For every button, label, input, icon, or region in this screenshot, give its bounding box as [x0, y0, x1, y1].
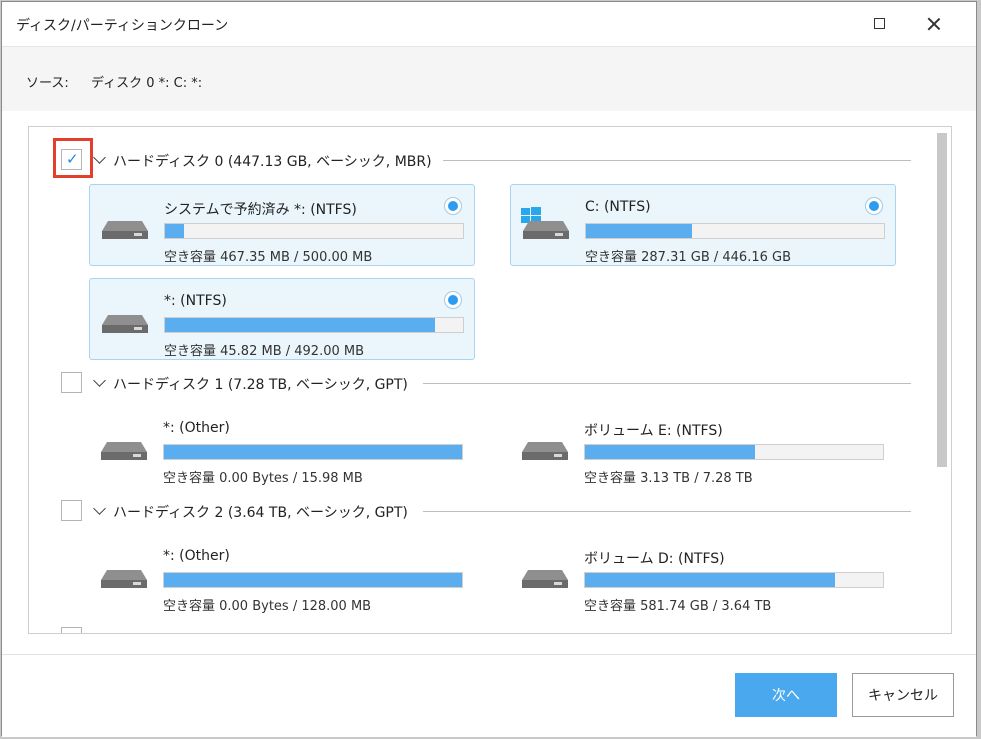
disk-1-label: ハードディスク 1 (7.28 TB, ベーシック, GPT) [113, 377, 408, 393]
partition-radio[interactable] [444, 291, 462, 309]
partition-name: ボリューム D: (NTFS) [584, 551, 725, 567]
maximize-icon[interactable] [870, 14, 890, 34]
partition-free-space: 空き容量 287.31 GB / 446.16 GB [585, 250, 792, 265]
disk-2-label: ハードディスク 2 (3.64 TB, ベーシック, GPT) [113, 505, 408, 521]
clone-dialog: ディスク/パーティションクローン ソース: ディスク 0 *: C: *: ✓ … [1, 1, 977, 737]
usage-bar [584, 444, 884, 460]
partition-free-space: 空き容量 0.00 Bytes / 128.00 MB [163, 599, 372, 614]
partition-radio[interactable] [444, 197, 462, 215]
drive-icon [102, 315, 148, 333]
partition-free-space: 空き容量 467.35 MB / 500.00 MB [164, 250, 373, 265]
disk-0-checkbox[interactable]: ✓ [61, 149, 82, 170]
disk-0-divider [443, 160, 911, 161]
window-title: ディスク/パーティションクローン [16, 18, 229, 34]
source-bar: ソース: ディスク 0 *: C: *: [2, 46, 976, 111]
partition-card[interactable]: システムで予約済み *: (NTFS) 空き容量 467.35 MB / 500… [89, 184, 475, 266]
partition-name: C: (NTFS) [585, 199, 651, 215]
source-value: ディスク 0 *: C: *: [91, 76, 203, 91]
usage-bar [584, 572, 884, 588]
disk-1-divider [423, 383, 911, 384]
disk-2-checkbox[interactable] [61, 500, 82, 521]
drive-icon [523, 221, 569, 239]
usage-bar [163, 444, 463, 460]
usage-bar-fill [586, 224, 693, 238]
usage-bar-fill [164, 573, 462, 587]
drive-icon [101, 442, 147, 460]
disk-0-label: ハードディスク 0 (447.13 GB, ベーシック, MBR) [113, 154, 432, 170]
close-icon[interactable] [924, 14, 944, 34]
disk-list: ✓ ハードディスク 0 (447.13 GB, ベーシック, MBR) システム… [28, 126, 952, 634]
partition-free-space: 空き容量 0.00 Bytes / 15.98 MB [163, 471, 363, 486]
drive-icon [102, 221, 148, 239]
usage-bar-fill [165, 224, 185, 238]
partition-card[interactable]: C: (NTFS) 空き容量 287.31 GB / 446.16 GB [510, 184, 896, 266]
drive-icon [522, 570, 568, 588]
next-button[interactable]: 次へ [735, 673, 837, 717]
disk-3-row-clipped [61, 625, 421, 633]
usage-bar-fill [585, 573, 836, 587]
scrollbar-thumb[interactable] [937, 133, 947, 467]
usage-bar [164, 223, 464, 239]
partition-card[interactable]: ボリューム D: (NTFS) 空き容量 581.74 GB / 3.64 TB [510, 534, 896, 616]
usage-bar [585, 223, 885, 239]
partition-free-space: 空き容量 3.13 TB / 7.28 TB [584, 471, 753, 486]
usage-bar [163, 572, 463, 588]
partition-free-space: 空き容量 581.74 GB / 3.64 TB [584, 599, 772, 614]
usage-bar [164, 317, 464, 333]
title-bar: ディスク/パーティションクローン [2, 2, 976, 46]
partition-name: *: (Other) [163, 548, 230, 564]
usage-bar-fill [164, 445, 462, 459]
partition-name: システムで予約済み *: (NTFS) [164, 202, 357, 218]
checkmark-icon: ✓ [66, 150, 79, 168]
usage-bar-fill [585, 445, 755, 459]
cancel-button[interactable]: キャンセル [852, 673, 954, 717]
partition-card[interactable]: *: (NTFS) 空き容量 45.82 MB / 492.00 MB [89, 278, 475, 360]
disk-1-chevron-down-icon[interactable] [93, 374, 106, 387]
partition-name: *: (Other) [163, 420, 230, 436]
disk-2-chevron-down-icon[interactable] [93, 502, 106, 515]
partition-radio[interactable] [865, 197, 883, 215]
disk-3-checkbox[interactable] [61, 627, 82, 633]
usage-bar-fill [165, 318, 436, 332]
disk-0-chevron-down-icon[interactable] [93, 151, 106, 164]
disk-2-divider [423, 511, 911, 512]
partition-name: *: (NTFS) [164, 293, 227, 309]
partition-name: ボリューム E: (NTFS) [584, 423, 723, 439]
partition-card[interactable]: *: (Other) 空き容量 0.00 Bytes / 128.00 MB [89, 534, 475, 616]
drive-icon [522, 442, 568, 460]
partition-card[interactable]: *: (Other) 空き容量 0.00 Bytes / 15.98 MB [89, 406, 475, 488]
partition-card[interactable]: ボリューム E: (NTFS) 空き容量 3.13 TB / 7.28 TB [510, 406, 896, 488]
dialog-footer: 次へ キャンセル [2, 654, 976, 737]
partition-free-space: 空き容量 45.82 MB / 492.00 MB [164, 344, 365, 359]
source-label: ソース: [26, 76, 69, 91]
drive-icon [101, 570, 147, 588]
disk-1-checkbox[interactable] [61, 372, 82, 393]
